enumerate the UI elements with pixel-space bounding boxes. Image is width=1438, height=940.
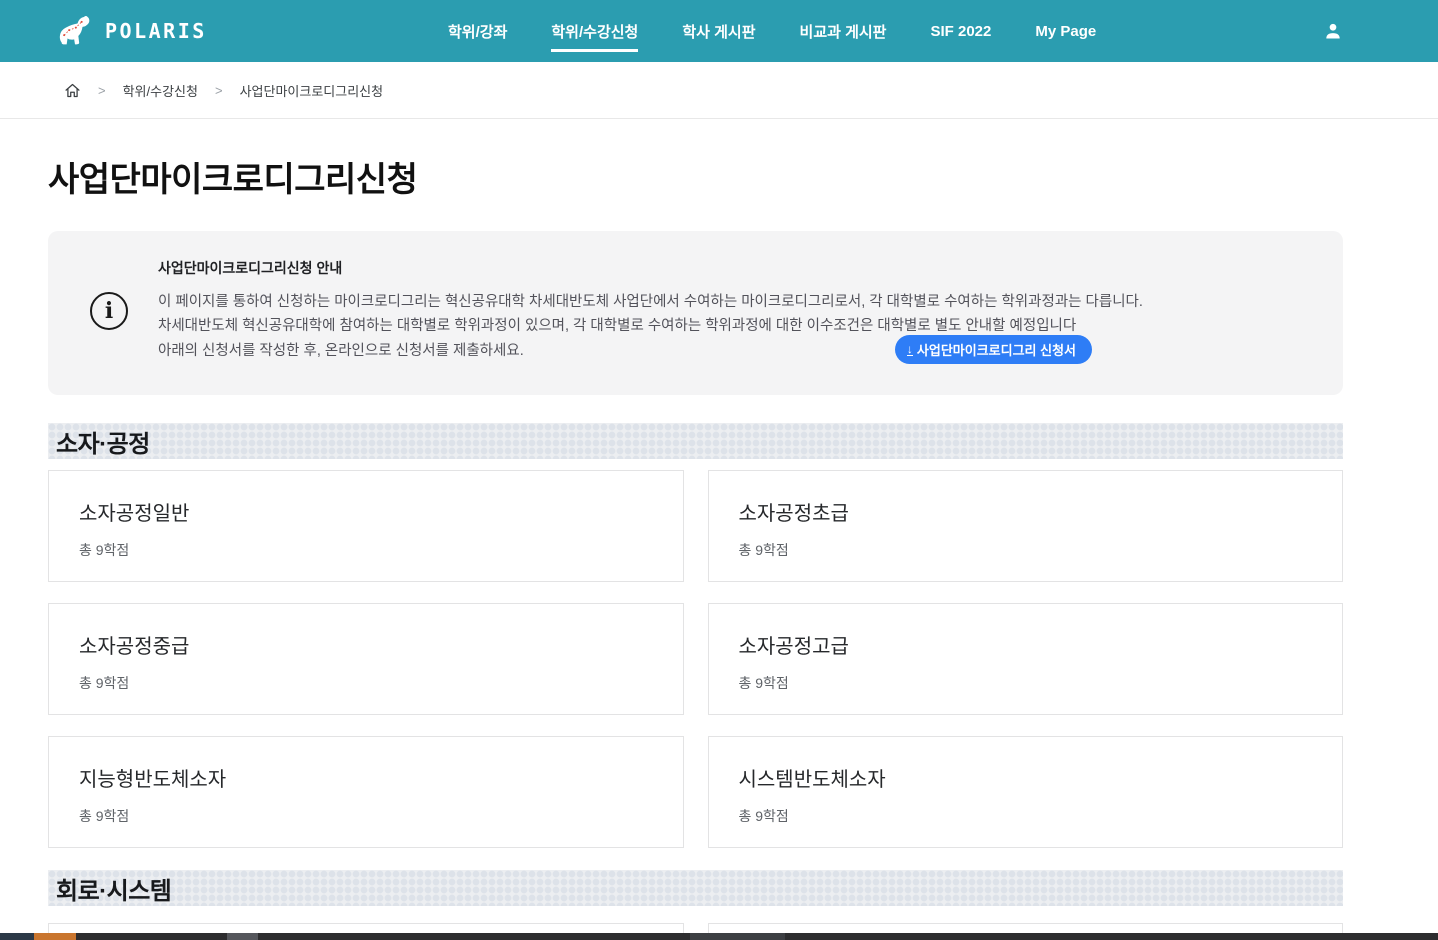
program-card-title: 시스템반도체소자: [739, 763, 1313, 792]
program-card-title: 지능형반도체소자: [79, 763, 653, 792]
bottom-bar-segment: [227, 933, 258, 940]
bottom-bar-segment: [690, 933, 785, 940]
polar-bear-logo-icon: [55, 14, 95, 48]
page-title: 사업단마이크로디그리신청: [48, 152, 1343, 201]
nav-item-degree-courses[interactable]: 학위/강좌: [448, 21, 507, 42]
section-header-circuit-system: 회로·시스템: [48, 870, 1343, 906]
notice-text: 사업단마이크로디그리신청 안내 이 페이지를 통하여 신청하는 마이크로디그리는…: [158, 258, 1298, 364]
section-title: 회로·시스템: [56, 871, 171, 906]
main-content: 사업단마이크로디그리신청 i 사업단마이크로디그리신청 안내 이 페이지를 통하…: [0, 152, 1438, 940]
notice-box: i 사업단마이크로디그리신청 안내 이 페이지를 통하여 신청하는 마이크로디그…: [48, 231, 1343, 395]
program-card-title: 소자공정일반: [79, 497, 653, 526]
notice-line3: 아래의 신청서를 작성한 후, 온라인으로 신청서를 제출하세요.: [158, 339, 1298, 364]
bottom-bar-segment: [34, 933, 76, 940]
breadcrumb-level1[interactable]: 학위/수강신청: [123, 81, 198, 100]
application-form-download-button[interactable]: ↓ 사업단마이크로디그리 신청서: [895, 335, 1092, 364]
chevron-right-icon: >: [98, 83, 106, 98]
download-button-label: 사업단마이크로디그리 신청서: [917, 340, 1076, 359]
home-icon[interactable]: [64, 82, 81, 99]
program-card[interactable]: 시스템반도체소자 총 9학점: [708, 736, 1344, 848]
program-card-credits: 총 9학점: [79, 540, 653, 560]
bottom-bar-segment: [0, 933, 34, 940]
program-card-credits: 총 9학점: [739, 540, 1313, 560]
main-nav: 학위/강좌 학위/수강신청 학사 게시판 비교과 게시판 SIF 2022 My…: [448, 21, 1096, 42]
program-card-credits: 총 9학점: [739, 673, 1313, 693]
breadcrumb-level2: 사업단마이크로디그리신청: [240, 81, 384, 100]
card-grid-device-process: 소자공정일반 총 9학점 소자공정초급 총 9학점 소자공정중급 총 9학점 소…: [48, 470, 1343, 848]
download-icon: ↓: [907, 344, 913, 356]
program-card[interactable]: 소자공정초급 총 9학점: [708, 470, 1344, 582]
polaris-logo[interactable]: POLARIS: [55, 14, 207, 48]
section-header-device-process: 소자·공정: [48, 423, 1343, 459]
top-navbar: POLARIS 학위/강좌 학위/수강신청 학사 게시판 비교과 게시판 SIF…: [0, 0, 1438, 62]
nav-item-extracurricular-board[interactable]: 비교과 게시판: [800, 21, 887, 42]
program-card-title: 소자공정초급: [739, 497, 1313, 526]
nav-item-my-page[interactable]: My Page: [1035, 23, 1096, 40]
program-card-credits: 총 9학점: [79, 673, 653, 693]
program-card[interactable]: 소자공정고급 총 9학점: [708, 603, 1344, 715]
brand-name: POLARIS: [105, 19, 207, 43]
notice-line1: 이 페이지를 통하여 신청하는 마이크로디그리는 혁신공유대학 차세대반도체 사…: [158, 290, 1298, 315]
notice-line2: 차세대반도체 혁신공유대학에 참여하는 대학별로 학위과정이 있으며, 각 대학…: [158, 314, 1298, 339]
notice-heading: 사업단마이크로디그리신청 안내: [158, 258, 1298, 278]
program-card[interactable]: 소자공정중급 총 9학점: [48, 603, 684, 715]
info-icon: i: [90, 292, 128, 330]
nav-item-degree-enrollment[interactable]: 학위/수강신청: [551, 21, 638, 42]
breadcrumb: > 학위/수강신청 > 사업단마이크로디그리신청: [0, 62, 1438, 119]
bottom-edge-bar: [0, 933, 1438, 940]
program-card-credits: 총 9학점: [739, 806, 1313, 826]
program-card-credits: 총 9학점: [79, 806, 653, 826]
section-title: 소자·공정: [56, 424, 150, 459]
program-card-title: 소자공정중급: [79, 630, 653, 659]
program-card-title: 소자공정고급: [739, 630, 1313, 659]
program-card[interactable]: 소자공정일반 총 9학점: [48, 470, 684, 582]
nav-item-sif-2022[interactable]: SIF 2022: [930, 23, 991, 40]
nav-item-academic-board[interactable]: 학사 게시판: [682, 21, 755, 42]
chevron-right-icon: >: [215, 83, 223, 98]
user-account-icon[interactable]: [1323, 21, 1343, 46]
program-card[interactable]: 지능형반도체소자 총 9학점: [48, 736, 684, 848]
